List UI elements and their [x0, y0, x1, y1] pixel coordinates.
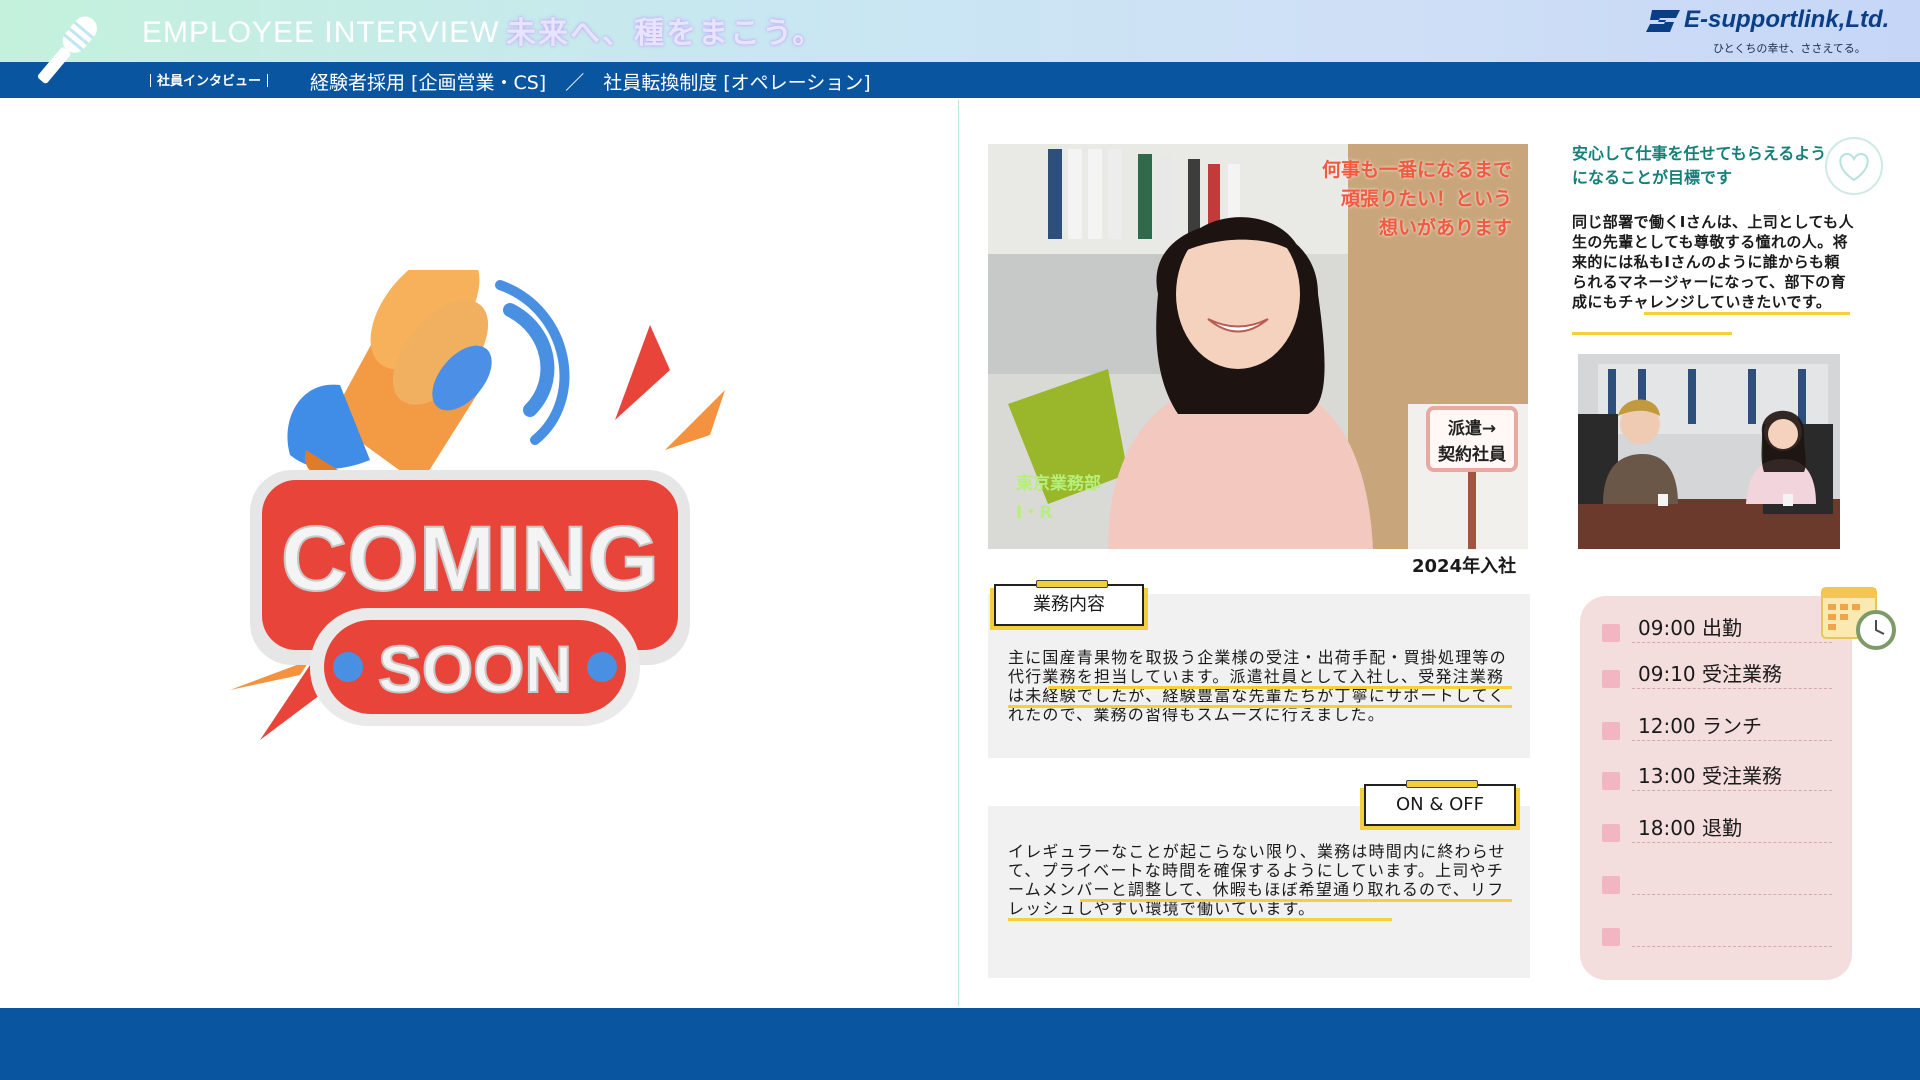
schedule-item: 09:10 受注業務 — [1602, 652, 1832, 692]
highlight-underline — [1008, 705, 1512, 708]
highlight-underline — [1644, 312, 1850, 315]
burst-shape — [615, 325, 670, 420]
on-off-text: イレギュラーなことが起こらない限り、業務は時間内に終わらせて、プライベートな時間… — [1008, 842, 1506, 918]
section-label: 社員インタビュー — [144, 70, 274, 89]
megaphone-icon — [287, 270, 492, 485]
soon-text: SOON — [378, 632, 572, 706]
join-year: 2024年入社 — [1412, 556, 1517, 577]
coming-text: COMING — [281, 508, 659, 610]
schedule-item — [1602, 858, 1832, 898]
schedule-item: 13:00 受注業務 — [1602, 754, 1832, 794]
highlight-underline — [1048, 686, 1512, 689]
heart-icon — [1825, 137, 1883, 195]
schedule-item: 18:00 退勤 — [1602, 806, 1832, 846]
profile-photo: 何事も一番になるまで 頑張りたい！という 想いがあります 東京業務部 I・R 派… — [988, 144, 1528, 549]
department-label: 東京業務部 I・R — [1016, 474, 1101, 523]
page-title: EMPLOYEE INTERVIEW — [142, 16, 500, 49]
footer-bar — [0, 1008, 1920, 1080]
office-illustration — [1578, 354, 1840, 549]
work-content-tag: 業務内容 — [994, 580, 1144, 626]
highlight-underline — [1008, 918, 1392, 921]
logo-mark-icon — [1646, 10, 1680, 32]
schedule-item: 09:00 出勤 — [1602, 606, 1832, 646]
bullet-square-icon — [1602, 624, 1620, 642]
on-off-tag: ON & OFF — [1364, 780, 1516, 826]
sign-post — [1468, 469, 1476, 549]
bullet-square-icon — [1602, 928, 1620, 946]
bullet-square-icon — [1602, 722, 1620, 740]
coming-soon-illustration: COMING SOON — [230, 270, 725, 740]
header-bar — [0, 62, 1920, 98]
company-logo: E-supportlink,Ltd. — [1646, 6, 1896, 36]
schedule-item — [1602, 910, 1832, 950]
burst-shape — [665, 390, 725, 450]
column-divider — [958, 100, 959, 1006]
recruit-category: 経験者採用 [企画営業・CS] ／ 社員転換制度 [オペレーション] — [310, 72, 871, 94]
schedule-item: 12:00 ランチ — [1602, 704, 1832, 744]
bullet-square-icon — [1602, 824, 1620, 842]
office-photo — [1578, 354, 1840, 549]
bullet-square-icon — [1602, 876, 1620, 894]
highlight-underline — [1572, 332, 1732, 335]
bullet-square-icon — [1602, 670, 1620, 688]
photo-caption: 何事も一番になるまで 頑張りたい！という 想いがあります — [1321, 159, 1512, 239]
logo-tagline: ひとくちの幸せ、ささえてる。 — [1713, 42, 1866, 55]
logo-text: E-supportlink,Ltd. — [1684, 6, 1890, 33]
goal-text: 同じ部署で働くIさんは、上司としても人生の先輩としても尊敬する憧れの人。将来的に… — [1572, 213, 1854, 311]
goal-title: 安心して仕事を任せてもらえるようになることが目標です — [1572, 144, 1827, 187]
sound-wave-icon — [495, 280, 570, 445]
highlight-underline — [1080, 899, 1512, 902]
bullet-square-icon — [1602, 772, 1620, 790]
catchphrase: 未来へ、種をまこう。 — [506, 16, 825, 51]
microphone-icon — [37, 16, 97, 84]
career-sign: 派遣→ 契約社員 — [1426, 406, 1518, 472]
